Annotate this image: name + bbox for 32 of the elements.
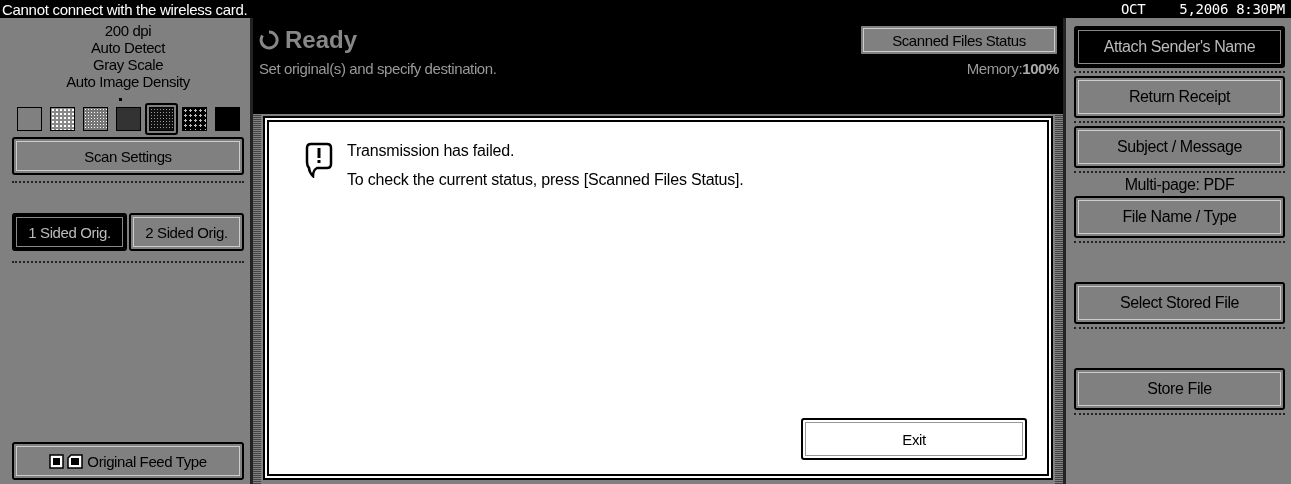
status-month: OCT (1120, 1, 1146, 17)
density-swatch[interactable] (144, 103, 178, 135)
dialog-message: To check the current status, press [Scanned Files Status]. (347, 171, 744, 189)
instruction-text: Set original(s) and specify destination. (259, 60, 497, 77)
scanned-files-status-button[interactable]: Scanned Files Status (859, 24, 1059, 56)
status-date-time: 5,2006 8:30PM (1179, 1, 1285, 17)
status-message: Cannot connect with the wireless card. (2, 0, 248, 18)
warning-icon (305, 142, 333, 178)
scroll-bar[interactable] (1055, 114, 1063, 484)
feed-type-icon (49, 453, 84, 469)
option-button[interactable]: Select Stored File (1074, 282, 1285, 324)
option-button[interactable]: Subject / Message (1074, 126, 1285, 168)
setting-text: Gray Scale (92, 56, 164, 73)
center-mark-icon (119, 98, 122, 101)
option-button[interactable]: Return Receipt (1074, 76, 1285, 118)
exit-button[interactable]: Exit (801, 418, 1027, 460)
scroll-bar[interactable] (253, 114, 261, 484)
ready-icon (259, 30, 279, 50)
option-button[interactable]: Store File (1074, 368, 1285, 410)
dialog-message: Transmission has failed. (347, 142, 516, 160)
setting-text: 200 dpi (104, 22, 152, 39)
screen-title: Ready (285, 26, 359, 54)
file-type-text: Multi-page: PDF (1123, 176, 1236, 195)
original-feed-type-button[interactable]: Original Feed Type (12, 442, 244, 480)
sided-option-button[interactable]: 1 Sided Orig. (12, 213, 127, 251)
setting-text: Auto Image Density (66, 73, 190, 90)
option-button[interactable]: Attach Sender's Name (1074, 26, 1285, 68)
memory-indicator: Memory:100% (966, 60, 1059, 77)
scan-settings-button[interactable]: Scan Settings (12, 137, 244, 175)
option-button[interactable]: File Name / Type (1074, 196, 1285, 238)
setting-text: Auto Detect (91, 39, 165, 56)
sided-option-button[interactable]: 2 Sided Orig. (129, 213, 244, 251)
